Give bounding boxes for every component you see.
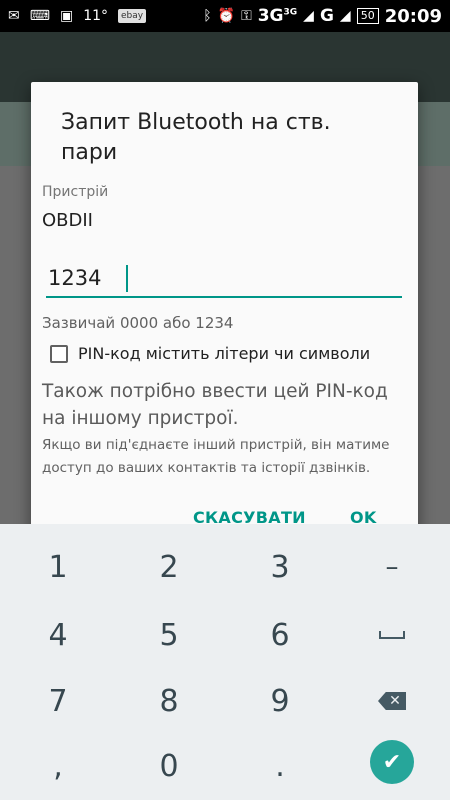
key-7[interactable]: 7 bbox=[2, 667, 114, 735]
device-label: Пристрій bbox=[42, 184, 109, 200]
pin-hint: Зазвичай 0000 або 1234 bbox=[42, 314, 234, 332]
temperature-text: 11° bbox=[83, 8, 109, 24]
key-3[interactable]: 3 bbox=[224, 533, 336, 601]
enter-key[interactable]: ✔ bbox=[336, 728, 448, 796]
signal-icon: ◢ bbox=[303, 8, 314, 24]
pin-letters-checkbox-row[interactable]: PIN-код містить літери чи символи bbox=[50, 344, 370, 363]
network-type: 3G3G bbox=[257, 6, 298, 26]
pin-letters-checkbox[interactable] bbox=[50, 344, 68, 363]
key-6[interactable]: 6 bbox=[224, 601, 336, 669]
ebay-badge: ebay bbox=[118, 9, 147, 23]
key-2[interactable]: 2 bbox=[113, 533, 225, 601]
key-0[interactable]: 0 bbox=[113, 732, 225, 800]
numeric-keypad: 1 2 3 – 4 5 6 7 8 9 ✕ , 0 . ✔ bbox=[0, 524, 450, 800]
key-5[interactable]: 5 bbox=[113, 601, 225, 669]
backspace-icon: ✕ bbox=[378, 692, 406, 710]
key-minus[interactable]: – bbox=[336, 533, 448, 601]
pairing-dialog: Запит Bluetooth на ств. пари Пристрій OB… bbox=[31, 82, 418, 556]
battery-indicator: 50 bbox=[356, 8, 379, 24]
signal-icon-2: ◢ bbox=[339, 8, 351, 24]
clock: 20:09 bbox=[384, 5, 442, 27]
also-enter-text: Також потрібно ввести цей PIN-код на інш… bbox=[42, 381, 388, 429]
device-name: OBDII bbox=[42, 210, 93, 231]
pin-letters-checkbox-label: PIN-код містить літери чи символи bbox=[78, 344, 371, 363]
alarm-icon: ⏰ bbox=[217, 8, 236, 24]
pin-input[interactable] bbox=[46, 260, 402, 298]
keyboard-icon: ⌨ bbox=[29, 8, 50, 24]
key-icon: ⚿ bbox=[241, 8, 252, 24]
key-comma[interactable]: , bbox=[2, 732, 114, 800]
status-bar-right: ᛒ ⏰ ⚿ 3G3G ◢ G ◢ 50 20:09 bbox=[203, 0, 442, 32]
key-4[interactable]: 4 bbox=[2, 601, 114, 669]
status-bar-left: ✉ ⌨ ▣ 11° ebay bbox=[8, 0, 147, 32]
image-icon: ▣ bbox=[59, 8, 74, 24]
key-8[interactable]: 8 bbox=[113, 667, 225, 735]
dialog-title: Запит Bluetooth на ств. пари bbox=[61, 110, 331, 165]
network-type-2: G bbox=[319, 6, 334, 26]
status-bar: ✉ ⌨ ▣ 11° ebay ᛒ ⏰ ⚿ 3G3G ◢ G ◢ 50 20:09 bbox=[0, 0, 450, 32]
space-key[interactable] bbox=[336, 601, 448, 669]
access-warning-text: Якщо ви під'єднаєте інший пристрій, він … bbox=[42, 437, 390, 476]
bluetooth-icon: ᛒ bbox=[203, 8, 212, 24]
notification-icon: ✉ bbox=[8, 8, 20, 24]
key-period[interactable]: . bbox=[224, 732, 336, 800]
key-9[interactable]: 9 bbox=[224, 667, 336, 735]
checkmark-icon: ✔ bbox=[370, 740, 414, 784]
key-1[interactable]: 1 bbox=[2, 533, 114, 601]
space-icon bbox=[379, 631, 405, 639]
backspace-key[interactable]: ✕ bbox=[336, 667, 448, 735]
text-cursor bbox=[126, 265, 128, 292]
